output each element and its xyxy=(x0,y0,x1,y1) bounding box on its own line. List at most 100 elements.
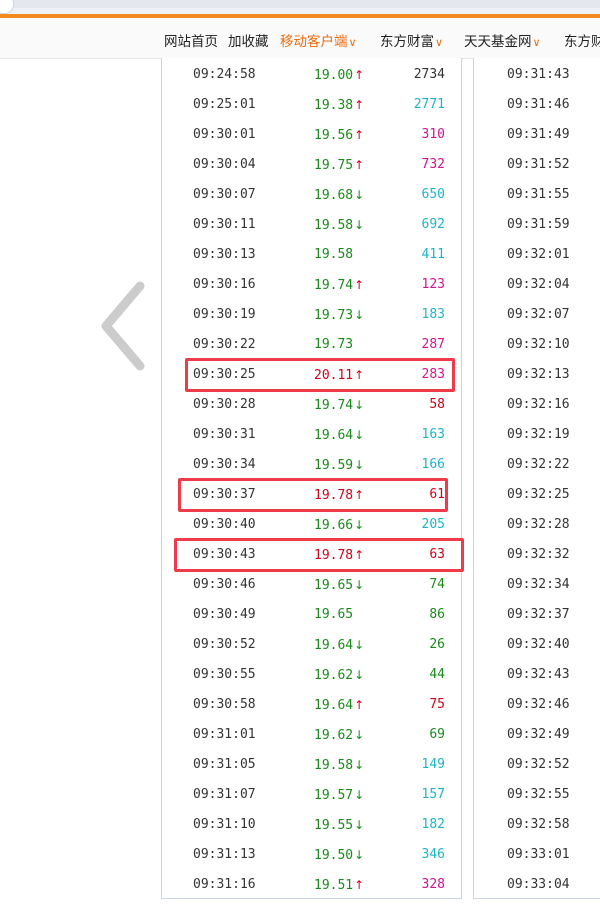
tick-time: 09:32:16 xyxy=(507,397,570,412)
tick-time: 09:30:04 xyxy=(193,157,256,172)
tick-volume: 183 xyxy=(421,307,445,322)
arrow-down-icon: ↓ xyxy=(354,788,365,802)
arrow-down-icon: ↓ xyxy=(354,518,365,532)
nav-item-label: 东方财 xyxy=(564,34,600,50)
tick-time: 09:31:52 xyxy=(507,157,570,172)
tick-volume: 732 xyxy=(421,157,445,172)
tick-time: 09:30:31 xyxy=(193,427,256,442)
tick-time: 09:30:07 xyxy=(193,187,256,202)
tick-price-value: 19.73 xyxy=(314,337,354,352)
tick-volume: 74 xyxy=(429,577,445,592)
tick-time: 09:32:10 xyxy=(507,337,570,352)
tick-price-value: 19.59 xyxy=(314,458,354,473)
tick-time: 09:31:10 xyxy=(193,817,256,832)
tick-price: 19.57↓ xyxy=(314,780,364,811)
table-row: 09:30:16 19.74↑ 123 xyxy=(162,270,461,300)
tick-price: 19.64↓ xyxy=(314,420,364,451)
arrow-up-icon: ↑ xyxy=(354,278,365,292)
arrow-up-icon: ↑ xyxy=(354,128,365,142)
tick-volume: 346 xyxy=(421,847,445,862)
tick-volume: 287 xyxy=(421,337,445,352)
table-row: 09:32:07 xyxy=(474,300,600,330)
tick-time: 09:32:52 xyxy=(507,757,570,772)
tick-price: 19.55↓ xyxy=(314,810,364,841)
table-row: 09:32:10 xyxy=(474,330,600,360)
tick-volume: 411 xyxy=(421,247,445,262)
tick-volume: 2771 xyxy=(413,97,445,112)
table-row: 09:30:49 19.65 86 xyxy=(162,600,461,630)
tick-time: 09:32:07 xyxy=(507,307,570,322)
tick-price: 19.50↓ xyxy=(314,840,364,871)
nav-item-0[interactable]: 网站首页 xyxy=(164,30,218,50)
tick-price-value: 19.64 xyxy=(314,638,354,653)
table-row: 09:31:55 xyxy=(474,180,600,210)
arrow-down-icon: ↓ xyxy=(354,728,365,742)
tick-volume: 2734 xyxy=(413,67,445,82)
table-row: 09:32:58 xyxy=(474,810,600,840)
table-row: 09:25:01 19.38↑ 2771 xyxy=(162,90,461,120)
tick-volume: 149 xyxy=(421,757,445,772)
chevron-left-icon[interactable] xyxy=(96,278,156,378)
tick-volume: 650 xyxy=(421,187,445,202)
arrow-down-icon: ↓ xyxy=(354,758,365,772)
tick-price-value: 19.66 xyxy=(314,518,354,533)
tick-time: 09:32:40 xyxy=(507,637,570,652)
tick-time: 09:30:46 xyxy=(193,577,256,592)
tick-time: 09:30:01 xyxy=(193,127,256,142)
tick-price: 19.58↓ xyxy=(314,210,364,241)
highlight-box xyxy=(174,538,464,572)
tick-volume: 182 xyxy=(421,817,445,832)
nav-item-label: 东方财富 xyxy=(380,34,434,50)
chevron-down-icon: ∨ xyxy=(348,36,357,49)
tick-volume: 692 xyxy=(421,217,445,232)
arrow-down-icon: ↓ xyxy=(354,848,365,862)
tick-time: 09:32:22 xyxy=(507,457,570,472)
nav-item-5[interactable]: 东方财 xyxy=(564,30,600,50)
nav-item-3[interactable]: 东方财富∨ xyxy=(380,30,443,50)
table-row: 09:31:52 xyxy=(474,150,600,180)
tick-price: 19.74↓ xyxy=(314,390,364,421)
table-row: 09:31:01 19.62↓ 69 xyxy=(162,720,461,750)
table-row: 09:31:43 xyxy=(474,60,600,90)
tick-volume: 157 xyxy=(421,787,445,802)
tick-price: 19.64↓ xyxy=(314,630,364,661)
browser-top-strip xyxy=(0,0,600,18)
tick-time: 09:31:13 xyxy=(193,847,256,862)
tick-price-value: 19.64 xyxy=(314,698,354,713)
tick-price-value: 19.38 xyxy=(314,98,354,113)
table-row: 09:32:34 xyxy=(474,570,600,600)
table-row: 09:30:11 19.58↓ 692 xyxy=(162,210,461,240)
tick-time: 09:32:28 xyxy=(507,517,570,532)
arrow-down-icon: ↓ xyxy=(354,398,365,412)
highlight-box xyxy=(185,358,455,392)
tick-volume: 328 xyxy=(421,877,445,892)
nav-item-label: 天天基金网 xyxy=(464,34,532,50)
tick-price: 19.74↑ xyxy=(314,270,364,301)
nav-item-4[interactable]: 天天基金网∨ xyxy=(464,30,541,50)
nav-item-label: 网站首页 xyxy=(164,34,218,50)
tick-price: 19.59↓ xyxy=(314,450,364,481)
arrow-down-icon: ↓ xyxy=(354,428,365,442)
tick-time: 09:32:25 xyxy=(507,487,570,502)
tick-price-value: 19.56 xyxy=(314,128,354,143)
tick-price: 19.75↑ xyxy=(314,150,364,181)
tick-time: 09:30:34 xyxy=(193,457,256,472)
tick-price-value: 19.68 xyxy=(314,188,354,203)
tick-price-value: 19.65 xyxy=(314,578,354,593)
chevron-down-icon: ∨ xyxy=(435,36,444,49)
table-row: 09:30:22 19.73 287 xyxy=(162,330,461,360)
table-row: 09:31:10 19.55↓ 182 xyxy=(162,810,461,840)
table-row: 09:32:04 xyxy=(474,270,600,300)
arrow-up-icon: ↑ xyxy=(354,98,365,112)
table-row: 09:30:31 19.64↓ 163 xyxy=(162,420,461,450)
tick-time: 09:31:59 xyxy=(507,217,570,232)
nav-item-2[interactable]: 移动客户端∨ xyxy=(280,30,357,50)
arrow-down-icon: ↓ xyxy=(354,638,365,652)
table-row: 09:32:28 xyxy=(474,510,600,540)
nav-item-1[interactable]: 加收藏 xyxy=(228,30,269,50)
tick-time: 09:32:37 xyxy=(507,607,570,622)
tick-time: 09:32:34 xyxy=(507,577,570,592)
tick-price: 19.65↓ xyxy=(314,570,364,601)
tick-time: 09:32:32 xyxy=(507,547,570,562)
tick-volume: 205 xyxy=(421,517,445,532)
